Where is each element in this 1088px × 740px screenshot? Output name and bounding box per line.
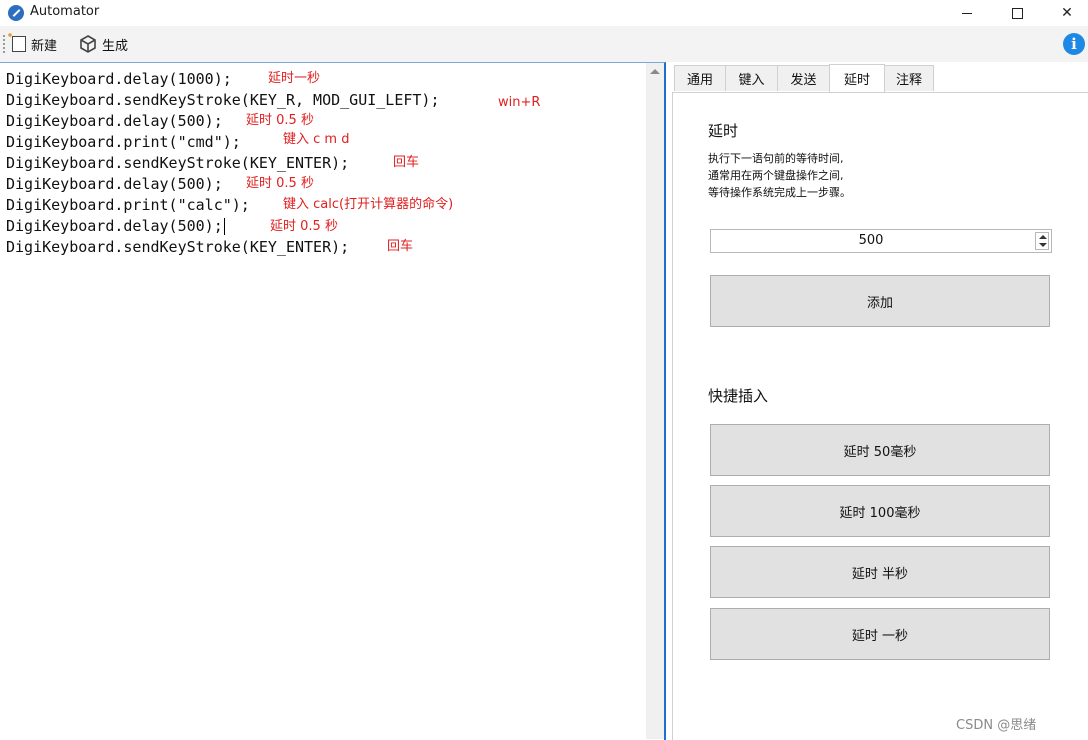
description-line: 等待操作系统完成上一步骤。 xyxy=(708,186,851,199)
maximize-icon xyxy=(1011,7,1023,19)
code-line: DigiKeyboard.sendKeyStroke(KEY_ENTER); 回… xyxy=(6,237,439,258)
info-icon[interactable]: i xyxy=(1063,33,1085,55)
code-annotation: 延时一秒 xyxy=(268,71,321,86)
tab-comment[interactable]: 注释 xyxy=(884,65,934,91)
code-annotation: 键入 calc(打开计算器的命令) xyxy=(283,197,454,212)
code-line: DigiKeyboard.delay(500); 延时 0.5 秒 xyxy=(6,174,439,195)
generate-button-label: 生成 xyxy=(102,38,129,54)
code-editor[interactable]: DigiKeyboard.delay(1000); 延时一秒 DigiKeybo… xyxy=(0,62,666,740)
window-title: Automator xyxy=(30,4,100,19)
code-line: DigiKeyboard.delay(500); 延时 0.5 秒 xyxy=(6,216,439,237)
minimize-button[interactable] xyxy=(944,0,990,26)
code-annotation: win+R xyxy=(498,95,541,110)
new-button-label: 新建 xyxy=(31,38,58,54)
code-annotation: 回车 xyxy=(387,239,414,254)
spinner-up-icon[interactable] xyxy=(1039,235,1047,239)
tab-send[interactable]: 发送 xyxy=(777,65,830,91)
quick-delay-100ms-button[interactable]: 延时 100毫秒 xyxy=(710,485,1050,537)
tool-panel: 通用 键入 发送 延时 注释 延时 执行下一语句前的等待时间, 通常用在两个键盘… xyxy=(672,62,1088,740)
code-annotation: 延时 0.5 秒 xyxy=(246,176,314,191)
code-annotation: 延时 0.5 秒 xyxy=(246,113,314,128)
add-button[interactable]: 添加 xyxy=(710,275,1050,327)
code-line: DigiKeyboard.print("cmd"); 键入 c m d xyxy=(6,132,439,153)
title-bar: Automator ✕ xyxy=(0,0,1088,26)
code-text: DigiKeyboard.print("calc"); xyxy=(6,196,250,214)
new-document-icon xyxy=(7,32,26,52)
close-button[interactable]: ✕ xyxy=(1044,0,1088,26)
csdn-watermark: CSDN @思绪 xyxy=(956,718,1037,733)
code-text: DigiKeyboard.delay(1000); xyxy=(6,70,232,88)
code-line: DigiKeyboard.delay(500); 延时 0.5 秒 xyxy=(6,111,439,132)
delay-value-spinner[interactable]: 500 xyxy=(710,229,1052,253)
cube-icon xyxy=(80,35,96,53)
description-line: 执行下一语句前的等待时间, xyxy=(708,152,844,165)
code-text: DigiKeyboard.delay(500); xyxy=(6,112,223,130)
code-line: DigiKeyboard.sendKeyStroke(KEY_R, MOD_GU… xyxy=(6,90,540,111)
code-lines: DigiKeyboard.delay(1000); 延时一秒 DigiKeybo… xyxy=(6,69,540,258)
code-line: DigiKeyboard.print("calc"); 键入 calc(打开计算… xyxy=(6,195,453,216)
generate-button[interactable]: 生成 xyxy=(79,34,128,54)
tab-general[interactable]: 通用 xyxy=(674,65,726,91)
code-text: DigiKeyboard.sendKeyStroke(KEY_R, MOD_GU… xyxy=(6,91,440,109)
minimize-icon xyxy=(962,12,972,14)
scroll-up-arrow-icon[interactable] xyxy=(650,69,660,74)
toolbar-grip[interactable] xyxy=(3,35,5,53)
quick-insert-title: 快捷插入 xyxy=(708,387,769,405)
delay-value[interactable]: 500 xyxy=(711,230,1031,252)
code-text: DigiKeyboard.sendKeyStroke(KEY_ENTER); xyxy=(6,154,350,172)
delay-section-title: 延时 xyxy=(708,122,739,140)
delay-tab-content: 延时 执行下一语句前的等待时间, 通常用在两个键盘操作之间, 等待操作系统完成上… xyxy=(672,92,1086,740)
code-annotation: 延时 0.5 秒 xyxy=(270,219,338,234)
text-caret xyxy=(223,218,225,235)
automator-app-icon xyxy=(8,5,24,21)
code-line: DigiKeyboard.delay(1000); 延时一秒 xyxy=(6,69,439,90)
maximize-button[interactable] xyxy=(994,0,1040,26)
editor-scrollbar[interactable] xyxy=(646,63,664,739)
delay-description: 执行下一语句前的等待时间, 通常用在两个键盘操作之间, 等待操作系统完成上一步骤… xyxy=(708,150,851,201)
toolbar: 新建 生成 i xyxy=(0,26,1088,62)
description-line: 通常用在两个键盘操作之间, xyxy=(708,169,844,182)
spinner-arrows[interactable] xyxy=(1035,232,1049,250)
quick-delay-one-second-button[interactable]: 延时 一秒 xyxy=(710,608,1050,660)
code-text: DigiKeyboard.delay(500); xyxy=(6,175,223,193)
quick-delay-50ms-button[interactable]: 延时 50毫秒 xyxy=(710,424,1050,476)
code-annotation: 键入 c m d xyxy=(283,132,350,147)
code-text: DigiKeyboard.print("cmd"); xyxy=(6,133,241,151)
tab-delay[interactable]: 延时 xyxy=(829,64,885,92)
close-icon: ✕ xyxy=(1061,5,1073,21)
tab-type[interactable]: 键入 xyxy=(725,65,778,91)
spinner-down-icon[interactable] xyxy=(1039,243,1047,247)
quick-delay-half-second-button[interactable]: 延时 半秒 xyxy=(710,546,1050,598)
code-line: DigiKeyboard.sendKeyStroke(KEY_ENTER); 回… xyxy=(6,153,439,174)
tab-bar: 通用 键入 发送 延时 注释 xyxy=(672,64,1088,93)
code-text: DigiKeyboard.sendKeyStroke(KEY_ENTER); xyxy=(6,238,350,256)
code-annotation: 回车 xyxy=(393,155,420,170)
code-text: DigiKeyboard.delay(500); xyxy=(6,217,223,235)
new-button[interactable]: 新建 xyxy=(7,32,58,54)
